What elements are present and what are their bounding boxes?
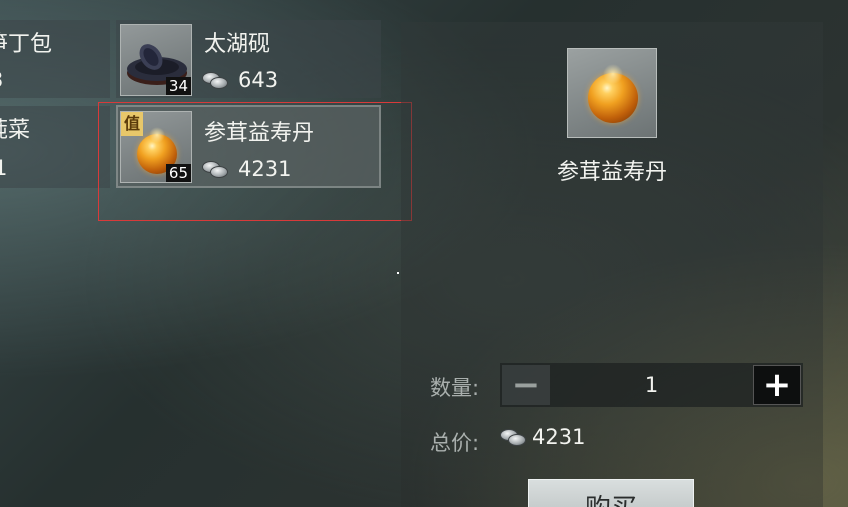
item-price: 1 — [0, 156, 7, 180]
selection-highlight-frame — [98, 102, 412, 221]
buy-button[interactable]: 购买 — [528, 479, 694, 507]
minus-icon: − — [511, 365, 541, 405]
detail-item-name: 参茸益寿丹 — [556, 160, 667, 185]
item-name: 太湖砚 — [204, 32, 271, 57]
quantity-label: 数量: — [430, 376, 480, 400]
total-price-label: 总价: — [430, 431, 480, 455]
elixir-pill-icon — [588, 64, 638, 123]
item-quantity-badge: 34 — [165, 77, 191, 95]
item-name: 笋丁包 — [0, 32, 53, 57]
item-price: 3 — [0, 68, 3, 92]
item-icon-frame: 34 — [120, 24, 192, 96]
silver-coin-icon — [500, 427, 528, 447]
item-price: 643 — [202, 68, 278, 92]
item-cell-taihu-inkstone[interactable]: 34 太湖砚 643 — [116, 20, 381, 98]
item-detail-panel: 参茸益寿丹 数量: − 1 + 总价: 4231 购买 — [401, 22, 823, 507]
quantity-stepper[interactable]: − 1 + — [500, 363, 803, 407]
item-cell-sundingbao[interactable]: 笋丁包 3 — [0, 20, 110, 98]
item-price-value: 3 — [0, 68, 3, 92]
detail-icon-frame — [567, 48, 657, 138]
item-price-value: 1 — [0, 156, 8, 180]
silver-coin-icon — [202, 70, 230, 90]
decrease-button[interactable]: − — [502, 365, 550, 405]
item-name: 莼菜 — [0, 118, 31, 143]
cursor-dot — [397, 272, 399, 274]
increase-button[interactable]: + — [753, 365, 801, 405]
item-cell-chuncai[interactable]: 莼菜 1 — [0, 106, 110, 188]
total-price: 4231 — [500, 425, 585, 449]
plus-icon: + — [762, 365, 792, 405]
quantity-value[interactable]: 1 — [552, 363, 751, 407]
item-price-value: 643 — [238, 68, 279, 92]
total-price-value: 4231 — [532, 425, 586, 449]
